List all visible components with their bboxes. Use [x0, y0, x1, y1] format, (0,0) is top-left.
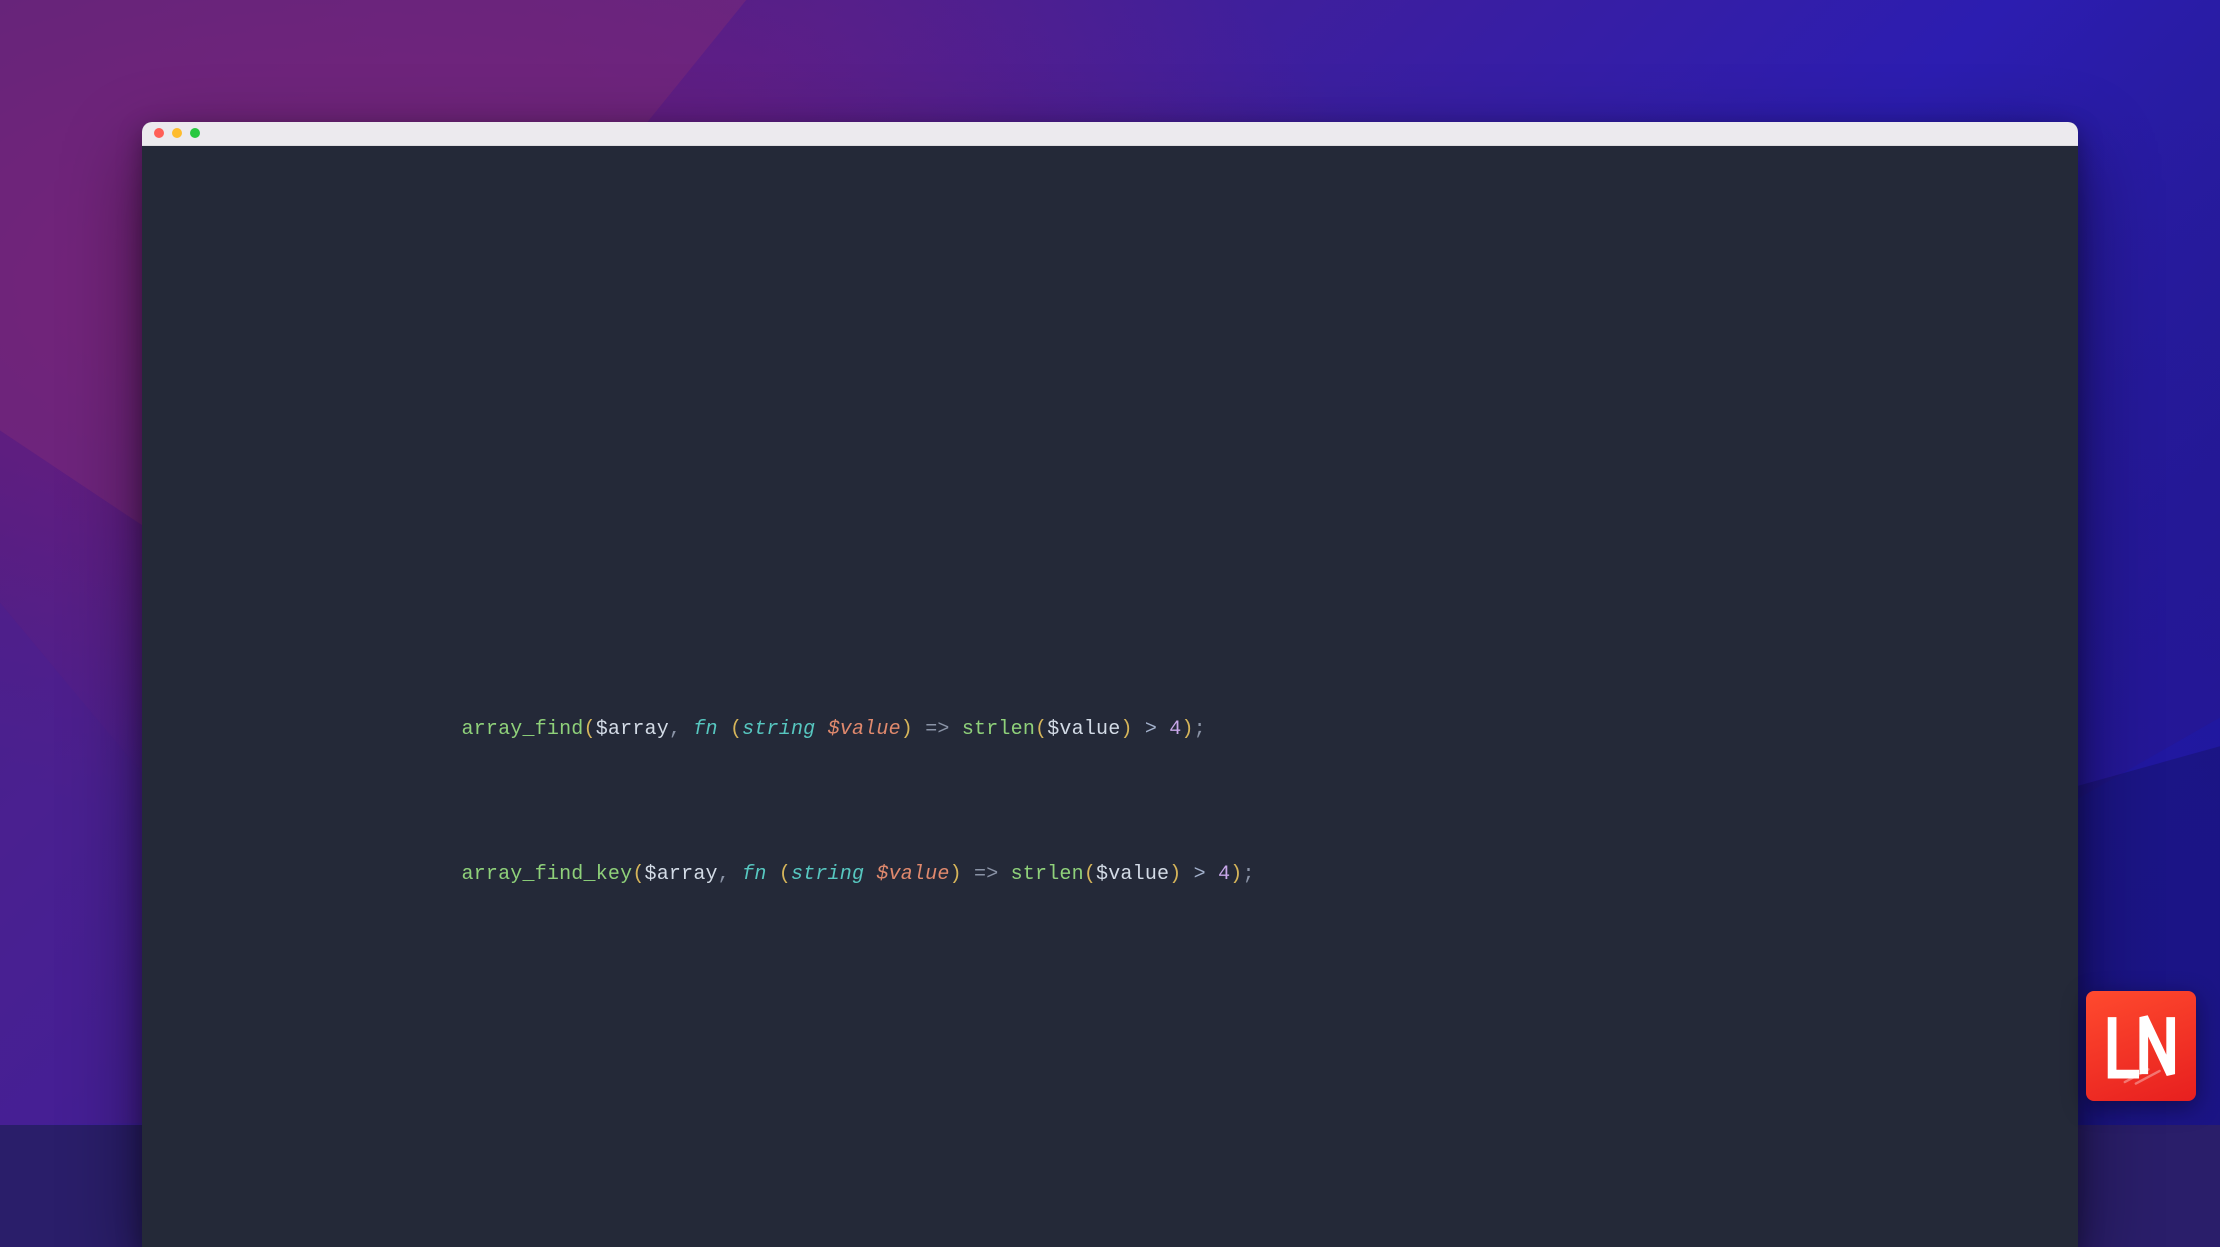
code-token-func: strlen — [962, 718, 1035, 741]
code-token-type: string — [742, 718, 815, 741]
code-token-param: $value — [876, 863, 949, 886]
logo-ln-icon — [2101, 1006, 2180, 1085]
code-token-punct: , — [669, 718, 693, 741]
code-token-num: 4 — [1218, 863, 1230, 886]
code-token-func: strlen — [1011, 863, 1084, 886]
code-token-var: $array — [596, 718, 669, 741]
code-token-punct: => — [962, 863, 1011, 886]
code-token-fn: fn — [693, 718, 717, 741]
code-token-paren: ) — [1230, 863, 1242, 886]
window-titlebar[interactable] — [142, 122, 2078, 146]
code-token-var: $value — [1096, 863, 1169, 886]
code-token-func: array_find — [461, 718, 583, 741]
code-token-paren: ( — [1084, 863, 1096, 886]
code-token-op: > — [1181, 863, 1218, 886]
code-window: array_find($array, fn (string $value) =>… — [142, 122, 2078, 1247]
code-token-param: $value — [828, 718, 901, 741]
code-token-paren: ) — [1169, 863, 1181, 886]
code-line: array_find_key($array, fn (string $value… — [461, 859, 1254, 890]
zoom-icon[interactable] — [190, 128, 200, 138]
code-token-paren: ) — [1181, 718, 1193, 741]
code-token-paren: ) — [901, 718, 913, 741]
minimize-icon[interactable] — [172, 128, 182, 138]
code-token-paren: ( — [632, 863, 644, 886]
code-token-fn: fn — [742, 863, 766, 886]
code-token-paren: ) — [950, 863, 962, 886]
code-token-num: 4 — [1169, 718, 1181, 741]
code-token-punct — [767, 863, 779, 886]
code-token-punct: => — [913, 718, 962, 741]
code-token-var: $value — [1047, 718, 1120, 741]
code-editor[interactable]: array_find($array, fn (string $value) =>… — [142, 146, 2078, 1247]
code-token-paren: ( — [730, 718, 742, 741]
code-token-func: array_find_key — [461, 863, 632, 886]
logo-badge — [2086, 991, 2196, 1101]
code-token-punct: ; — [1242, 863, 1254, 886]
code-token-punct: ; — [1194, 718, 1206, 741]
code-token-paren: ( — [1035, 718, 1047, 741]
code-line: array_find($array, fn (string $value) =>… — [461, 714, 1254, 745]
code-token-var: $array — [645, 863, 718, 886]
code-token-punct — [718, 718, 730, 741]
code-token-punct — [815, 718, 827, 741]
close-icon[interactable] — [154, 128, 164, 138]
code-token-punct: , — [718, 863, 742, 886]
code-token-type: string — [791, 863, 864, 886]
code-token-paren: ( — [584, 718, 596, 741]
code-token-paren: ( — [779, 863, 791, 886]
code-token-paren: ) — [1120, 718, 1132, 741]
code-token-punct — [864, 863, 876, 886]
code-block: array_find($array, fn (string $value) =>… — [461, 652, 1254, 952]
code-token-op: > — [1133, 718, 1170, 741]
